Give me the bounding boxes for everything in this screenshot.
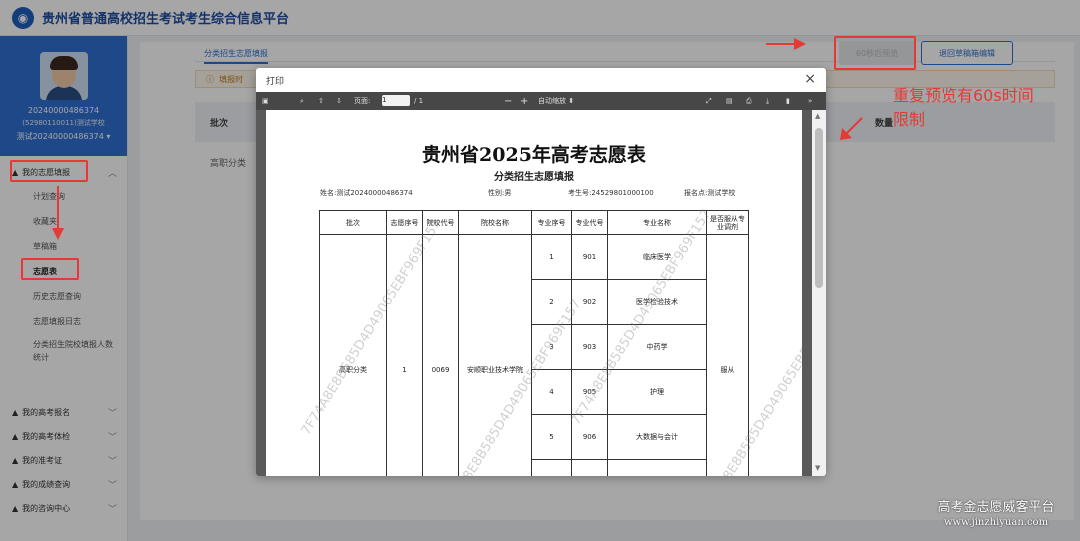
zoom-select[interactable]: 自动缩放 ⬍ bbox=[538, 95, 574, 107]
th-major-name: 专业名称 bbox=[607, 210, 707, 235]
bookmark-icon[interactable]: ▮ bbox=[786, 95, 790, 107]
arrow-down-icon[interactable]: ⇩ bbox=[336, 95, 342, 107]
cell-major-seq: 5 bbox=[531, 414, 572, 460]
scroll-down-icon[interactable]: ▼ bbox=[815, 464, 820, 472]
arrow-down-icon bbox=[52, 186, 64, 240]
doc-subtitle: 分类招生志愿填报 bbox=[494, 172, 574, 183]
scroll-thumb[interactable] bbox=[815, 128, 823, 288]
th-vol-no: 志愿序号 bbox=[386, 210, 423, 235]
th-school-code: 院校代号 bbox=[422, 210, 459, 235]
candidate-site: 报名点:测试学校 bbox=[684, 189, 736, 197]
page-total: / 1 bbox=[414, 97, 424, 105]
cell-batch: 高职分类 bbox=[319, 234, 387, 476]
th-major-seq: 专业序号 bbox=[531, 210, 572, 235]
cell-major-name: 大数据与会计 bbox=[607, 414, 707, 460]
open-file-icon[interactable]: ▤ bbox=[726, 95, 733, 107]
cell-major-name: 临床医学 bbox=[607, 234, 707, 280]
cell-vol-no: 1 bbox=[386, 234, 423, 476]
cell-major-name: 医学检验技术 bbox=[607, 279, 707, 325]
volunteer-table: 批次 志愿序号 院校代号 院校名称 专业序号 专业代号 专业名称 是否服从专业调… bbox=[319, 210, 749, 476]
footer-watermark: 高考金志愿威客平台 www.jinzhiyuan.com bbox=[937, 500, 1055, 528]
pdf-page: 贵州省2025年高考志愿表 分类招生志愿填报 姓名:测试202400004863… bbox=[266, 110, 802, 476]
cell-major-name: 护理 bbox=[607, 369, 707, 415]
print-icon[interactable]: ⎙ bbox=[746, 95, 752, 107]
search-icon[interactable]: ⌕ bbox=[300, 95, 304, 107]
cell-major-seq: 4 bbox=[531, 369, 572, 415]
cell-school-code: 0069 bbox=[422, 234, 459, 476]
cell-major-seq: 1 bbox=[531, 234, 572, 280]
pdf-viewer: 贵州省2025年高考志愿表 分类招生志愿填报 姓名:测试202400004863… bbox=[256, 110, 826, 476]
dialog-title: 打印 × bbox=[266, 71, 816, 87]
sidebar-toggle-icon[interactable]: ▣ bbox=[262, 95, 269, 107]
page-number-input[interactable]: 1 bbox=[382, 95, 410, 106]
pdf-scrollbar[interactable]: ▲ ▼ bbox=[812, 110, 826, 476]
cell-major-code: 905 bbox=[571, 369, 608, 415]
arrow-up-icon[interactable]: ⇧ bbox=[318, 95, 324, 107]
cell-major-code: 903 bbox=[571, 324, 608, 370]
print-dialog: 打印 × ▣ ⌕ ⇧ ⇩ 页面: 1 / 1 − + 自动缩放 ⬍ ⤢ ▤ ⎙ … bbox=[256, 68, 826, 476]
close-icon[interactable]: × bbox=[804, 71, 816, 87]
cell-adjust: 服从 bbox=[706, 234, 749, 476]
download-icon[interactable]: ⤓ bbox=[766, 95, 769, 107]
cell-major-name: 中药学 bbox=[607, 324, 707, 370]
more-tools-icon[interactable]: » bbox=[808, 95, 812, 107]
page-label: 页面: bbox=[354, 97, 371, 105]
fullscreen-icon[interactable]: ⤢ bbox=[706, 95, 712, 107]
th-major-code: 专业代号 bbox=[571, 210, 608, 235]
zoom-in-icon[interactable]: + bbox=[520, 95, 528, 107]
pdf-toolbar: ▣ ⌕ ⇧ ⇩ 页面: 1 / 1 − + 自动缩放 ⬍ ⤢ ▤ ⎙ ⤓ ▮ » bbox=[256, 92, 826, 110]
candidate-name: 姓名:测试20240000486374 bbox=[320, 189, 413, 197]
th-batch: 批次 bbox=[319, 210, 387, 235]
cell-major-seq: 2 bbox=[531, 279, 572, 325]
annotation-text: 重复预览有60s时间 限制 bbox=[893, 86, 1034, 129]
arrow-right-icon bbox=[766, 38, 806, 50]
cell-major-seq: 3 bbox=[531, 324, 572, 370]
candidate-exam-no: 考生号:24529801000100 bbox=[568, 189, 654, 197]
th-school-name: 院校名称 bbox=[458, 210, 532, 235]
candidate-gender: 性别:男 bbox=[488, 189, 512, 197]
cell-school-name: 安顺职业技术学院 bbox=[458, 234, 532, 476]
arrow-upleft-icon bbox=[840, 117, 863, 140]
cell-major-code: 906 bbox=[571, 414, 608, 460]
cell-major-code: 901 bbox=[571, 234, 608, 280]
zoom-out-icon[interactable]: − bbox=[504, 95, 512, 107]
cell-major-code: 902 bbox=[571, 279, 608, 325]
th-adjust: 是否服从专业调剂 bbox=[706, 210, 749, 235]
scroll-up-icon[interactable]: ▲ bbox=[815, 112, 820, 120]
doc-title: 贵州省2025年高考志愿表 bbox=[422, 144, 646, 166]
